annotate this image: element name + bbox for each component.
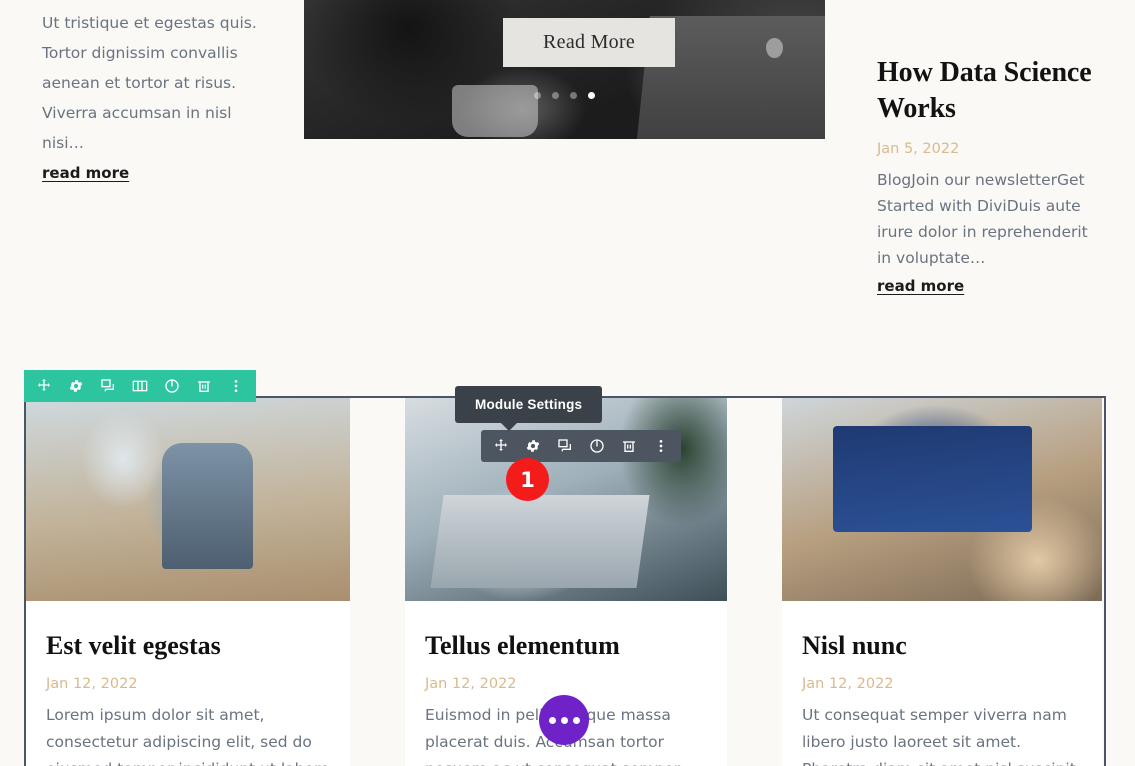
duplicate-icon[interactable]	[557, 438, 573, 454]
slider-dot-4-active[interactable]	[588, 92, 595, 99]
hero-read-more-button[interactable]: Read More	[503, 18, 676, 67]
fab-dot	[572, 716, 580, 724]
move-icon[interactable]	[36, 378, 52, 394]
article-date: Jan 5, 2022	[877, 141, 960, 157]
top-left-post-excerpt: Ut tristique et egestas quis. Tortor dig…	[42, 8, 267, 183]
gear-icon[interactable]	[68, 378, 84, 394]
blog-card-image[interactable]	[26, 398, 350, 601]
article-title: How Data Science Works	[877, 57, 1092, 124]
blog-card-excerpt: Lorem ipsum dolor sit amet, consectetur …	[46, 706, 330, 766]
blog-card-body: Est velit egestas Jan 12, 2022 Lorem ips…	[26, 601, 350, 766]
trash-icon[interactable]	[621, 438, 637, 454]
read-more-link[interactable]: read more	[42, 164, 129, 182]
more-options-fab[interactable]	[539, 695, 589, 745]
blog-card-image[interactable]	[782, 398, 1102, 601]
slider-dot-3[interactable]	[570, 92, 577, 99]
hero-cup-shape	[452, 85, 538, 137]
more-options-icon[interactable]	[653, 438, 669, 454]
blog-card-date: Jan 12, 2022	[802, 676, 894, 692]
module-toolbar[interactable]	[481, 430, 681, 462]
blog-card-image[interactable]	[405, 398, 727, 601]
gear-icon[interactable]	[525, 438, 541, 454]
blog-card-title[interactable]: Tellus elementum	[425, 631, 707, 661]
grid-gutter	[727, 398, 782, 766]
page-root: Ut tristique et egestas quis. Tortor dig…	[0, 0, 1135, 766]
article-read-more-link[interactable]: read more	[877, 277, 964, 295]
fab-dot	[548, 716, 556, 724]
section-toolbar[interactable]	[24, 370, 256, 402]
module-settings-tooltip: Module Settings	[455, 386, 603, 431]
slider-pagination-dots[interactable]	[534, 92, 595, 99]
blog-card-excerpt: Ut consequat semper viverra nam libero j…	[802, 706, 1076, 766]
move-icon[interactable]	[493, 438, 509, 454]
blog-card-date: Jan 12, 2022	[425, 676, 517, 692]
right-article: How Data Science Works Jan 5, 2022 BlogJ…	[877, 55, 1092, 296]
article-excerpt: BlogJoin our newsletterGet Started with …	[877, 171, 1088, 267]
blog-card-title[interactable]: Nisl nunc	[802, 631, 1082, 661]
blog-card-title[interactable]: Est velit egestas	[46, 631, 330, 661]
slider-dot-1[interactable]	[534, 92, 541, 99]
slider-dot-2[interactable]	[552, 92, 559, 99]
fab-dot	[560, 716, 568, 724]
toggle-icon[interactable]	[164, 378, 180, 394]
hero-slider[interactable]: Read More	[304, 0, 825, 139]
grid-gutter	[350, 398, 405, 766]
columns-icon[interactable]	[132, 378, 148, 394]
blog-card[interactable]: Nisl nunc Jan 12, 2022 Ut consequat semp…	[782, 398, 1102, 766]
duplicate-icon[interactable]	[100, 378, 116, 394]
toggle-icon[interactable]	[589, 438, 605, 454]
blog-card-body: Nisl nunc Jan 12, 2022 Ut consequat semp…	[782, 601, 1102, 766]
blog-card[interactable]: Est velit egestas Jan 12, 2022 Lorem ips…	[26, 398, 350, 766]
trash-icon[interactable]	[196, 378, 212, 394]
excerpt-text: Ut tristique et egestas quis. Tortor dig…	[42, 14, 257, 152]
more-options-icon[interactable]	[228, 378, 244, 394]
step-badge: 1	[506, 458, 549, 501]
blog-card-date: Jan 12, 2022	[46, 676, 138, 692]
apple-logo-icon	[766, 38, 783, 58]
